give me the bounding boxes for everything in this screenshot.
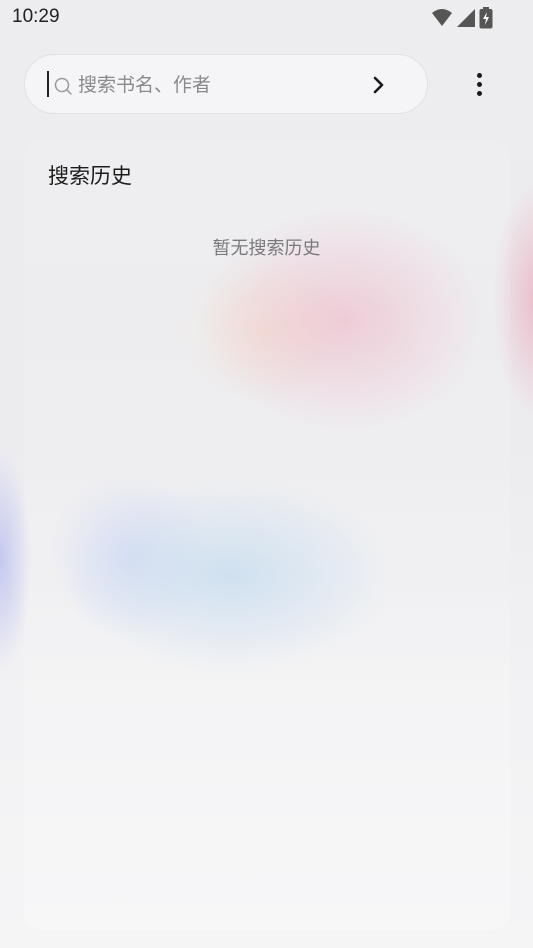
more-options-button[interactable] (462, 66, 496, 102)
chevron-right-icon (373, 76, 384, 94)
more-vertical-icon-dot (476, 81, 482, 87)
status-time: 10:29 (12, 6, 60, 27)
wifi-icon (432, 9, 452, 26)
status-icons (431, 7, 493, 29)
more-vertical-icon-dot (476, 90, 482, 96)
search-icon (54, 77, 72, 95)
search-bar[interactable] (24, 54, 428, 114)
text-cursor (47, 71, 49, 97)
search-history-title: 搜索历史 (48, 164, 132, 188)
more-vertical-icon (476, 72, 482, 78)
status-bar: 10:29 (0, 0, 533, 36)
search-input[interactable] (78, 71, 358, 99)
search-submit-button[interactable] (365, 71, 393, 99)
cell-signal-icon (457, 9, 475, 27)
search-history-empty-message: 暂无搜索历史 (212, 238, 321, 259)
battery-charging-icon (479, 7, 493, 29)
